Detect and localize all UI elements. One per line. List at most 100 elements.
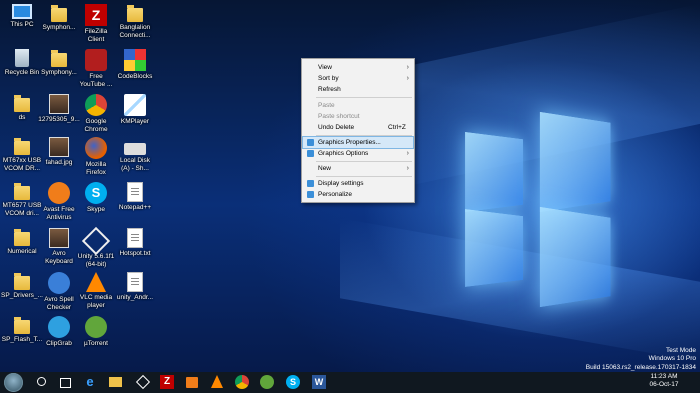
menu-item-display-settings[interactable]: Display settings — [303, 178, 413, 189]
chrome-icon[interactable] — [235, 375, 249, 389]
clipgrab-icon — [48, 316, 70, 338]
personalize-icon — [307, 191, 314, 198]
desktop-icon-kmplayer[interactable]: KMPlayer — [109, 94, 161, 126]
menu-item-label: Personalize — [318, 191, 352, 198]
folder-icon — [14, 229, 30, 246]
avast-icon — [48, 182, 70, 204]
menu-item-graphics-options[interactable]: Graphics Options › — [303, 148, 413, 159]
intel-graphics-icon — [307, 139, 314, 146]
document-icon — [127, 272, 143, 292]
windows-edition-label: Windows 10 Pro — [648, 355, 696, 362]
desktop-icon-unity-andr[interactable]: unity_Andr... — [109, 272, 161, 302]
folder-icon — [51, 5, 67, 22]
chrome-icon — [85, 94, 107, 116]
chevron-right-icon: › — [406, 165, 409, 172]
skype-icon[interactable]: S — [286, 375, 300, 389]
menu-item-paste[interactable]: Paste — [303, 100, 413, 111]
folder-icon — [14, 183, 30, 200]
vlc-icon — [86, 272, 106, 292]
clock-date: 06-Oct-17 — [649, 381, 679, 388]
menu-item-label: New — [318, 165, 332, 172]
image-viewer-icon[interactable] — [186, 375, 200, 389]
pen-icon — [48, 272, 70, 294]
word-icon[interactable]: W — [312, 375, 326, 389]
menu-item-new[interactable]: New › — [303, 163, 413, 174]
menu-item-refresh[interactable]: Refresh — [303, 84, 413, 95]
icon-label: KMPlayer — [120, 118, 150, 125]
start-button[interactable] — [4, 373, 23, 392]
menu-item-label: View — [318, 64, 332, 71]
desktop-icon-banglalion[interactable]: Banglalion Connecti... — [109, 4, 161, 40]
chevron-right-icon: › — [406, 150, 409, 157]
menu-separator — [316, 97, 412, 98]
document-icon — [127, 182, 143, 202]
menu-item-personalize[interactable]: Personalize — [303, 189, 413, 200]
desktop-icon-hotspot[interactable]: Hotspot.txt — [109, 228, 161, 258]
filezilla-icon[interactable]: Z — [160, 375, 174, 389]
chevron-right-icon: › — [406, 75, 409, 82]
photo-icon — [49, 137, 69, 157]
folder-icon — [51, 50, 67, 67]
photo-icon — [49, 94, 69, 114]
avro-keyboard-icon — [49, 228, 69, 248]
menu-item-shortcut: Ctrl+Z — [388, 124, 406, 131]
menu-item-label: Refresh — [318, 86, 341, 93]
firefox-icon — [85, 137, 107, 159]
menu-item-label: Paste shortcut — [318, 113, 360, 120]
vlc-icon[interactable] — [211, 375, 223, 388]
menu-item-label: Undo Delete — [318, 124, 355, 131]
skype-icon: S — [85, 182, 107, 204]
icon-label: Hotspot.txt — [119, 250, 151, 257]
folder-icon — [14, 317, 30, 334]
icon-label: Banglalion Connecti... — [119, 24, 151, 39]
this-pc-icon — [12, 4, 32, 19]
chevron-right-icon: › — [406, 64, 409, 71]
text-file-icon — [127, 228, 143, 248]
menu-separator — [316, 176, 412, 177]
file-explorer-icon[interactable] — [109, 375, 123, 389]
unity-icon[interactable] — [135, 374, 151, 390]
intel-graphics-icon — [307, 150, 314, 157]
utorrent-icon — [85, 316, 107, 338]
search-icon[interactable] — [35, 375, 49, 389]
edge-icon[interactable]: e — [83, 375, 97, 389]
menu-item-label: Graphics Options — [318, 150, 369, 157]
menu-item-sort-by[interactable]: Sort by › — [303, 73, 413, 84]
folder-icon — [14, 273, 30, 290]
menu-item-view[interactable]: View › — [303, 62, 413, 73]
filezilla-icon: Z — [85, 4, 107, 26]
menu-item-undo-delete[interactable]: Undo Delete Ctrl+Z — [303, 122, 413, 133]
icon-label: unity_Andr... — [116, 294, 154, 301]
youtube-icon — [85, 49, 107, 71]
menu-item-label: Sort by — [318, 75, 339, 82]
disk-icon — [124, 143, 146, 155]
clock-time: 11:23 AM — [650, 373, 678, 380]
folder-icon — [14, 138, 30, 155]
windows-logo-wallpaper — [462, 111, 642, 308]
icon-label: Local Disk (A) - Sh... — [120, 157, 150, 172]
desktop-icon-notepadpp[interactable]: Notepad++ — [109, 182, 161, 212]
menu-item-label: Graphics Properties... — [318, 139, 381, 146]
desktop[interactable]: This PC Recycle Bin ds MT67xx USB VCOM D… — [0, 0, 700, 372]
menu-separator — [316, 135, 412, 136]
menu-item-paste-shortcut[interactable]: Paste shortcut — [303, 111, 413, 122]
desktop-context-menu: View › Sort by › Refresh Paste Paste sho… — [301, 58, 415, 203]
icon-label: µTorrent — [84, 340, 108, 347]
system-clock[interactable]: 11:23 AM 06-Oct-17 — [638, 373, 690, 389]
utorrent-icon[interactable] — [260, 375, 274, 389]
codeblocks-icon — [124, 49, 146, 71]
recycle-bin-icon — [15, 49, 29, 67]
kmplayer-icon — [124, 94, 146, 116]
display-icon — [307, 180, 314, 187]
menu-item-label: Paste — [318, 102, 335, 109]
menu-item-label: Display settings — [318, 180, 364, 187]
icon-label: CodeBlocks — [117, 73, 153, 80]
menu-item-graphics-properties[interactable]: Graphics Properties... — [302, 136, 414, 149]
unity-icon — [81, 226, 111, 256]
desktop-icon-local-disk[interactable]: Local Disk (A) - Sh... — [109, 137, 161, 173]
desktop-icon-utorrent[interactable]: µTorrent — [70, 316, 122, 348]
task-view-icon[interactable] — [58, 375, 72, 389]
desktop-icon-codeblocks[interactable]: CodeBlocks — [109, 49, 161, 81]
menu-separator — [316, 161, 412, 162]
folder-icon — [14, 95, 30, 112]
